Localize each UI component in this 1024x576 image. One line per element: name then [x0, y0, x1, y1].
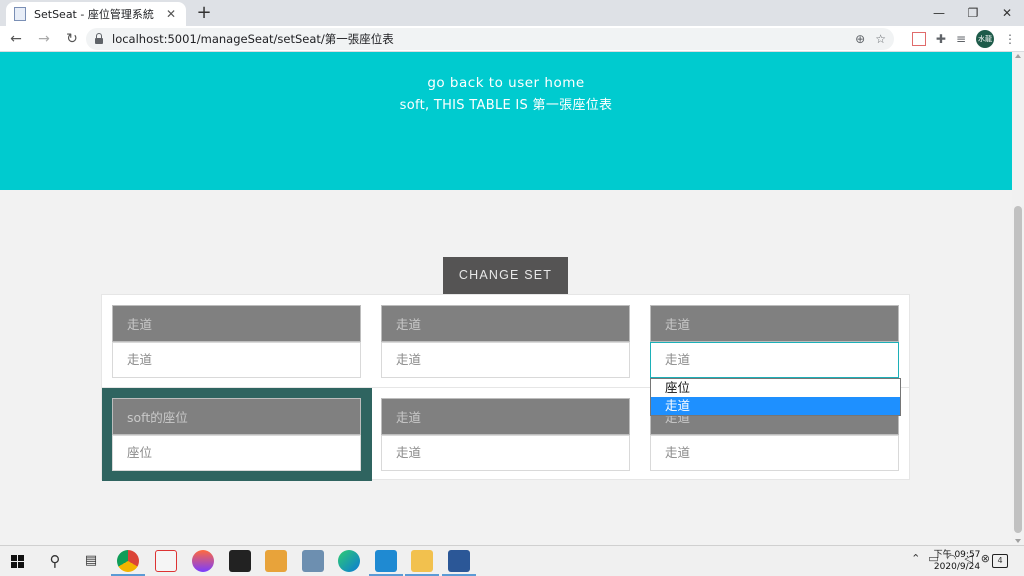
seat-cell-own: soft的座位 座位 — [102, 388, 372, 481]
vertical-scrollbar[interactable] — [1012, 52, 1024, 545]
seat-type-select[interactable]: 走道 — [112, 342, 361, 378]
seat-cell: 走道 走道 — [371, 388, 641, 481]
chrome-icon[interactable] — [111, 550, 145, 576]
seat-name-input[interactable]: 走道 — [112, 305, 361, 342]
browser-tab[interactable]: SetSeat - 座位管理系統 ✕ — [6, 2, 186, 26]
clock-date: 2020/9/24 — [933, 562, 981, 572]
browser-toolbar: ← → ↻ localhost:5001/manageSeat/setSeat/… — [0, 26, 1024, 52]
close-icon[interactable]: ✕ — [164, 7, 178, 21]
seat-name-input[interactable]: 走道 — [381, 305, 630, 342]
scrollbar-thumb[interactable] — [1014, 206, 1022, 533]
calculator-icon[interactable] — [302, 550, 324, 572]
search-icon[interactable]: ⚲ — [44, 550, 66, 572]
dropdown-option[interactable]: 座位 — [651, 379, 900, 397]
new-tab-button[interactable]: + — [194, 3, 214, 23]
seat-type-select[interactable]: 座位 — [112, 435, 361, 471]
scroll-down-icon[interactable] — [1015, 539, 1021, 543]
seat-name-input[interactable]: soft的座位 — [112, 398, 361, 435]
extension-icon[interactable] — [911, 32, 926, 46]
lock-icon[interactable] — [94, 33, 104, 45]
forward-arrow-icon[interactable]: → — [32, 27, 56, 51]
windows-start-icon[interactable] — [11, 555, 24, 568]
seat-cell: 走道 走道 — [102, 295, 372, 388]
url-text[interactable]: localhost:5001/manageSeat/setSeat/第一張座位表 — [112, 31, 855, 47]
back-arrow-icon[interactable]: ← — [4, 27, 28, 51]
page-viewport: go back to user home soft, THIS TABLE IS… — [0, 52, 1012, 545]
tools-icon[interactable] — [265, 550, 287, 572]
tab-strip: SetSeat - 座位管理系統 ✕ + — ❐ ✕ — [0, 0, 1024, 26]
page-title: soft, THIS TABLE IS 第一張座位表 — [399, 98, 613, 113]
change-set-button[interactable]: CHANGE SET — [443, 257, 568, 294]
seat-type-select-focused[interactable]: 走道 — [650, 342, 899, 378]
extensions-area: ✚ ≡ 水龍 ⋮ — [911, 28, 1016, 50]
seat-type-select[interactable]: 走道 — [381, 435, 630, 471]
seat-type-select[interactable]: 走道 — [381, 342, 630, 378]
paint-icon[interactable] — [155, 550, 177, 572]
seat-cell: 走道 走道 — [371, 295, 641, 388]
page-favicon-icon — [14, 7, 26, 21]
media-icon[interactable]: ≡ — [956, 32, 966, 46]
chevron-up-icon[interactable]: ⌃ — [911, 552, 920, 565]
back-home-link[interactable]: go back to user home — [0, 75, 1012, 91]
bookmark-star-icon[interactable]: ☆ — [875, 32, 886, 46]
reload-icon[interactable]: ↻ — [60, 27, 84, 51]
dropdown-option-selected[interactable]: 走道 — [651, 397, 900, 415]
notification-icon[interactable]: 4 — [992, 554, 1008, 568]
seat-type-dropdown: 座位 走道 — [650, 378, 901, 416]
minimize-button[interactable]: — — [922, 0, 956, 26]
edge-icon[interactable] — [338, 550, 360, 572]
task-view-icon[interactable]: ▤ — [80, 550, 102, 572]
scroll-up-icon[interactable] — [1015, 54, 1021, 58]
file-explorer-icon[interactable] — [405, 550, 439, 576]
address-bar[interactable]: localhost:5001/manageSeat/setSeat/第一張座位表… — [86, 28, 894, 50]
puzzle-icon[interactable]: ✚ — [936, 32, 946, 46]
seat-cell: 走道 走道 — [640, 295, 910, 388]
seat-type-select[interactable]: 走道 — [650, 435, 899, 471]
restore-button[interactable]: ❐ — [956, 0, 990, 26]
window-close-button[interactable]: ✕ — [990, 0, 1024, 26]
header-banner: go back to user home soft, THIS TABLE IS… — [0, 52, 1012, 190]
menu-dots-icon[interactable]: ⋮ — [1004, 32, 1016, 46]
windows-taskbar: ⚲ ▤ ⌃ ▭ ◠ ◁ ⊗ 下午 09:57 2020/9/24 4 — [0, 545, 1024, 576]
word-icon[interactable] — [442, 550, 476, 576]
zoom-icon[interactable]: ⊕ — [855, 32, 865, 46]
seat-name-input[interactable]: 走道 — [381, 398, 630, 435]
vscode-icon[interactable] — [369, 550, 403, 576]
app-icon[interactable] — [192, 550, 214, 572]
sticky-notes-icon[interactable] — [229, 550, 251, 572]
window-controls: — ❐ ✕ — [922, 0, 1024, 26]
taskbar-clock[interactable]: 下午 09:57 2020/9/24 — [932, 549, 982, 573]
clock-time: 下午 09:57 — [933, 550, 981, 560]
tab-title: SetSeat - 座位管理系統 — [34, 8, 154, 21]
seat-name-input[interactable]: 走道 — [650, 305, 899, 342]
avatar[interactable]: 水龍 — [976, 30, 994, 48]
network-status-icon[interactable]: ⊗ — [981, 552, 990, 565]
